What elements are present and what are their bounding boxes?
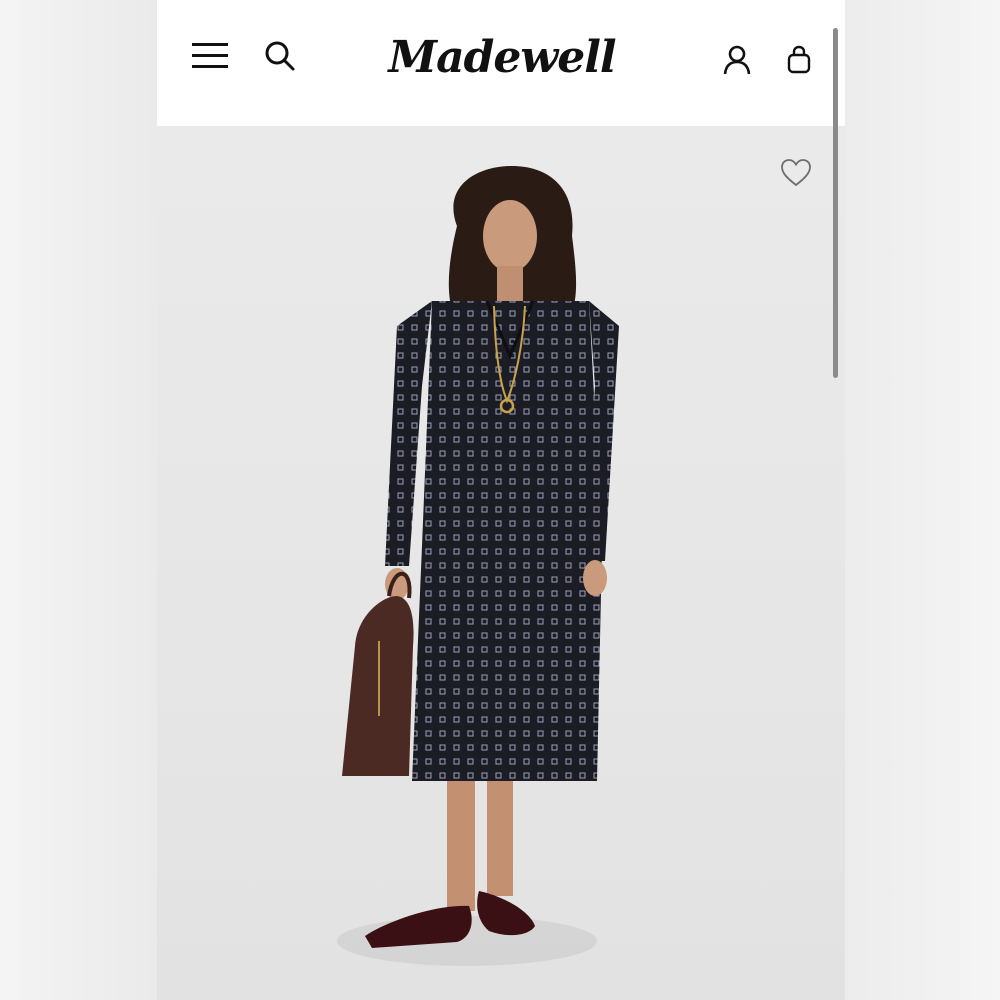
search-button[interactable] xyxy=(260,36,300,76)
scrollbar[interactable] xyxy=(833,28,838,378)
outer-background-right xyxy=(845,0,1000,1000)
account-icon xyxy=(723,45,751,75)
favorite-button[interactable] xyxy=(779,156,813,190)
heart-icon xyxy=(781,159,811,187)
product-hero-image[interactable] xyxy=(157,126,845,1000)
hamburger-menu-icon xyxy=(192,43,228,68)
phone-screen: Madewell xyxy=(157,0,845,1000)
account-button[interactable] xyxy=(717,40,757,80)
brand-logo[interactable]: Madewell xyxy=(388,22,616,92)
model-illustration xyxy=(342,166,619,948)
outer-background-left xyxy=(0,0,157,1000)
menu-button[interactable] xyxy=(187,36,233,76)
bag-button[interactable] xyxy=(779,40,819,80)
search-icon xyxy=(265,41,295,71)
shopping-bag-icon xyxy=(787,45,811,74)
site-header: Madewell xyxy=(157,0,845,126)
